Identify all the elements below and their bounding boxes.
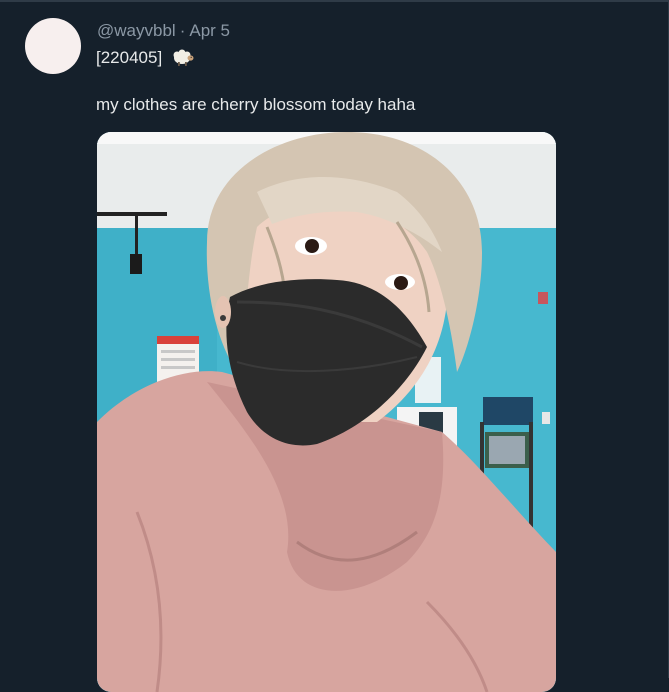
top-divider bbox=[0, 0, 669, 2]
tweet-text-body: my clothes are cherry blossom today haha bbox=[96, 95, 416, 114]
avatar[interactable] bbox=[25, 18, 81, 74]
date-tag: [220405] bbox=[96, 48, 163, 67]
tweet-date[interactable]: Apr 5 bbox=[189, 21, 230, 40]
tweet-meta: @wayvbbl · Apr 5 bbox=[97, 21, 230, 41]
selfie-photo-illustration bbox=[97, 132, 556, 692]
user-handle[interactable]: @wayvbbl bbox=[97, 21, 176, 40]
tweet-photo[interactable] bbox=[97, 132, 556, 692]
meta-separator: · bbox=[179, 21, 186, 40]
sheep-icon bbox=[171, 47, 195, 72]
tweet-text-line1: [220405] bbox=[96, 47, 195, 72]
